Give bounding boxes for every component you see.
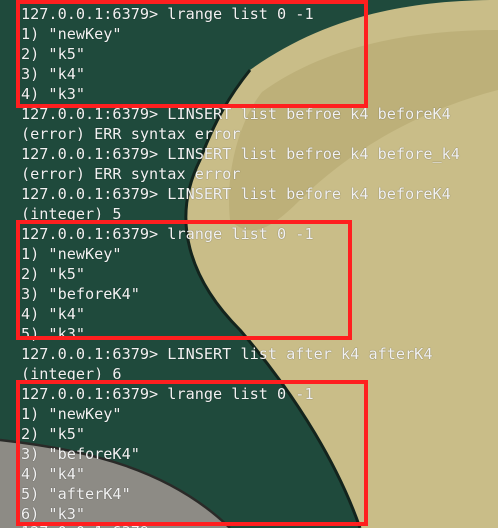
terminal-line: 5) "k3" bbox=[21, 325, 86, 343]
terminal-line: 3) "k4" bbox=[21, 65, 86, 83]
terminal-line: 1) "newKey" bbox=[21, 245, 122, 263]
terminal-line: 127.0.0.1:6379> lrange list 0 -1 bbox=[21, 385, 314, 403]
terminal-line: 127.0.0.1:6379> LINSERT list after k4 af… bbox=[21, 345, 433, 363]
terminal-line: 2) "k5" bbox=[21, 425, 86, 443]
terminal-line: (error) ERR syntax error bbox=[21, 125, 241, 143]
terminal-line: (integer) 6 bbox=[21, 365, 122, 383]
terminal-line: 6) "k3" bbox=[21, 505, 86, 523]
terminal-line: 127.0.0.1:6379> LINSERT list before k4 b… bbox=[21, 185, 451, 203]
terminal-output: 127.0.0.1:6379> lrange list 0 -1 1) "newK… bbox=[0, 0, 498, 528]
terminal-line: 4) "k3" bbox=[21, 85, 86, 103]
terminal-line: (integer) 5 bbox=[21, 205, 122, 223]
terminal-line: (error) ERR syntax error bbox=[21, 165, 241, 183]
terminal-line: 5) "afterK4" bbox=[21, 485, 131, 503]
terminal-line: 4) "k4" bbox=[21, 465, 86, 483]
terminal-line: 2) "k5" bbox=[21, 45, 86, 63]
terminal-line: 127.0.0.1:6379> lrange list 0 -1 bbox=[21, 225, 314, 243]
terminal-line: 1) "newKey" bbox=[21, 25, 122, 43]
terminal-line: 2) "k5" bbox=[21, 265, 86, 283]
terminal-line: 127.0.0.1:6379> lrange list 0 -1 bbox=[21, 5, 314, 23]
terminal-line: 4) "k4" bbox=[21, 305, 86, 323]
terminal-line: 3) "beforeK4" bbox=[21, 285, 140, 303]
terminal-line: 127.0.0.1:6379> LINSERT list befroe k4 b… bbox=[21, 145, 460, 163]
terminal-line: 3) "beforeK4" bbox=[21, 445, 140, 463]
terminal-line: 1) "newKey" bbox=[21, 405, 122, 423]
terminal-line: 127.0.0.1:6379> bbox=[21, 522, 158, 528]
terminal-line: 127.0.0.1:6379> LINSERT list befroe k4 b… bbox=[21, 105, 451, 123]
